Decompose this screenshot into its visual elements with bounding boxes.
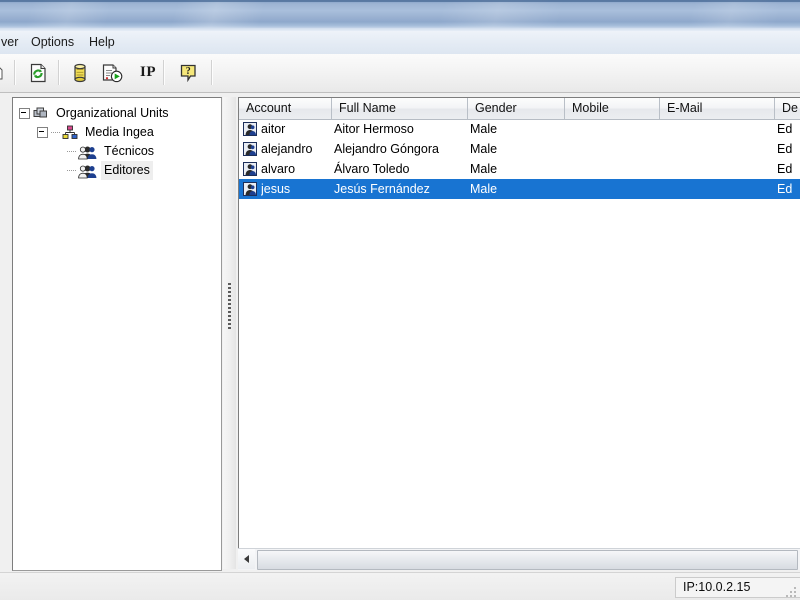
group-icon	[78, 144, 97, 160]
cell-account: alejandro	[261, 142, 313, 156]
cell-full-name: Álvaro Toledo	[334, 162, 410, 176]
cell-gender: Male	[470, 142, 498, 156]
title-bar-top-edge	[0, 0, 800, 2]
cell-email	[662, 159, 772, 179]
resize-grip-icon[interactable]	[784, 585, 798, 599]
cell-gender: Male	[470, 122, 498, 136]
status-ip-panel: IP:10.0.2.15	[675, 577, 800, 598]
scroll-left-arrow-icon[interactable]	[238, 549, 255, 569]
tree-expander-icon[interactable]	[37, 127, 48, 138]
cell-account: jesus	[261, 182, 291, 196]
tree-connector	[67, 150, 76, 153]
list-rows-container: aitor Aitor Hermoso Male Ed alejandro Al…	[239, 119, 800, 570]
group-icon	[78, 163, 97, 179]
column-header-gender[interactable]: Gender	[468, 98, 565, 119]
organizational-units-icon	[33, 106, 49, 121]
cell-gender: Male	[470, 182, 498, 196]
database-button[interactable]	[66, 59, 94, 86]
users-list-view[interactable]: Account Full Name Gender Mobile E-Mail D…	[238, 97, 800, 570]
status-bar: IP:10.0.2.15	[0, 572, 800, 600]
table-row[interactable]: alvaro Álvaro Toledo Male Ed	[239, 159, 800, 179]
table-row[interactable]: alejandro Alejandro Góngora Male Ed	[239, 139, 800, 159]
cell-description: Ed	[777, 162, 793, 176]
tree-node-media-ingea[interactable]: Media Ingea	[37, 123, 157, 142]
cell-mobile	[567, 139, 657, 159]
table-row[interactable]: aitor Aitor Hermoso Male Ed	[239, 119, 800, 139]
table-row[interactable]: jesus Jesús Fernández Male Ed	[239, 179, 800, 199]
splitter-grip	[228, 283, 231, 331]
window-title-bar[interactable]	[0, 0, 800, 29]
ip-button-label: IP	[140, 64, 156, 80]
refresh-document-button[interactable]	[24, 59, 52, 86]
help-button[interactable]: ?	[174, 59, 202, 86]
toolbar-separator	[58, 60, 60, 85]
menu-item-options[interactable]: Options	[26, 34, 79, 51]
tree-node-editores[interactable]: Editores	[67, 161, 153, 180]
column-header-email[interactable]: E-Mail	[660, 98, 775, 119]
cell-email	[662, 119, 772, 139]
cell-full-name: Alejandro Góngora	[334, 142, 439, 156]
toolbar-clipped-button[interactable]	[0, 59, 14, 86]
cell-description: Ed	[777, 182, 793, 196]
user-icon	[243, 122, 257, 136]
cell-mobile	[567, 179, 657, 199]
panel-splitter[interactable]	[223, 97, 236, 569]
organizational-units-tree[interactable]: Organizational Units Media Ingea Técnico…	[12, 97, 222, 571]
tree-node-label: Editores	[101, 161, 153, 180]
toolbar-separator	[14, 60, 16, 85]
ip-button[interactable]: IP	[131, 59, 165, 86]
cell-description: Ed	[777, 142, 793, 156]
tree-node-label: Organizational Units	[56, 106, 169, 120]
cell-description: Ed	[777, 122, 793, 136]
left-triangle-glyph	[244, 555, 249, 563]
svg-text:?: ?	[185, 66, 190, 77]
cell-gender: Male	[470, 162, 498, 176]
cell-email	[662, 139, 772, 159]
user-icon	[243, 182, 257, 196]
list-horizontal-scrollbar[interactable]	[238, 548, 800, 570]
tree-node-label: Técnicos	[104, 144, 155, 158]
cell-email	[662, 179, 772, 199]
cell-full-name: Aitor Hermoso	[334, 122, 414, 136]
tree-node-organizational-units[interactable]: Organizational Units	[19, 104, 172, 123]
menu-item-help[interactable]: Help	[84, 34, 120, 51]
user-icon	[243, 142, 257, 156]
column-header-mobile[interactable]: Mobile	[565, 98, 660, 119]
cell-mobile	[567, 119, 657, 139]
help-note-icon: ?	[180, 64, 196, 82]
user-icon	[243, 162, 257, 176]
refresh-document-icon	[30, 63, 46, 82]
tree-node-label: Media Ingea	[85, 125, 154, 139]
cell-account: aitor	[261, 122, 286, 136]
cell-account: alvaro	[261, 162, 296, 176]
menu-bar: ver Options Help	[0, 31, 800, 55]
list-header-row: Account Full Name Gender Mobile E-Mail D…	[239, 98, 800, 120]
tree-node-tecnicos[interactable]: Técnicos	[67, 142, 157, 161]
toolbar-separator	[211, 60, 213, 85]
column-header-full-name[interactable]: Full Name	[332, 98, 468, 119]
application-window: ver Options Help IP ? Organizational Uni…	[0, 0, 800, 600]
column-header-description[interactable]: De	[775, 98, 800, 119]
clipped-icon	[0, 66, 3, 79]
cell-mobile	[567, 159, 657, 179]
scrollbar-thumb[interactable]	[257, 550, 798, 570]
menu-item-server[interactable]: ver	[0, 34, 23, 51]
tree-expander-icon[interactable]	[19, 108, 30, 119]
cell-full-name: Jesús Fernández	[334, 182, 430, 196]
column-header-account[interactable]: Account	[239, 98, 332, 119]
ou-container-icon	[62, 125, 78, 140]
tree-connector	[51, 131, 60, 134]
run-script-icon	[102, 63, 123, 82]
main-toolbar: IP ?	[0, 54, 800, 93]
tree-connector	[67, 169, 76, 172]
run-script-button[interactable]	[98, 59, 126, 86]
database-icon	[74, 63, 86, 82]
